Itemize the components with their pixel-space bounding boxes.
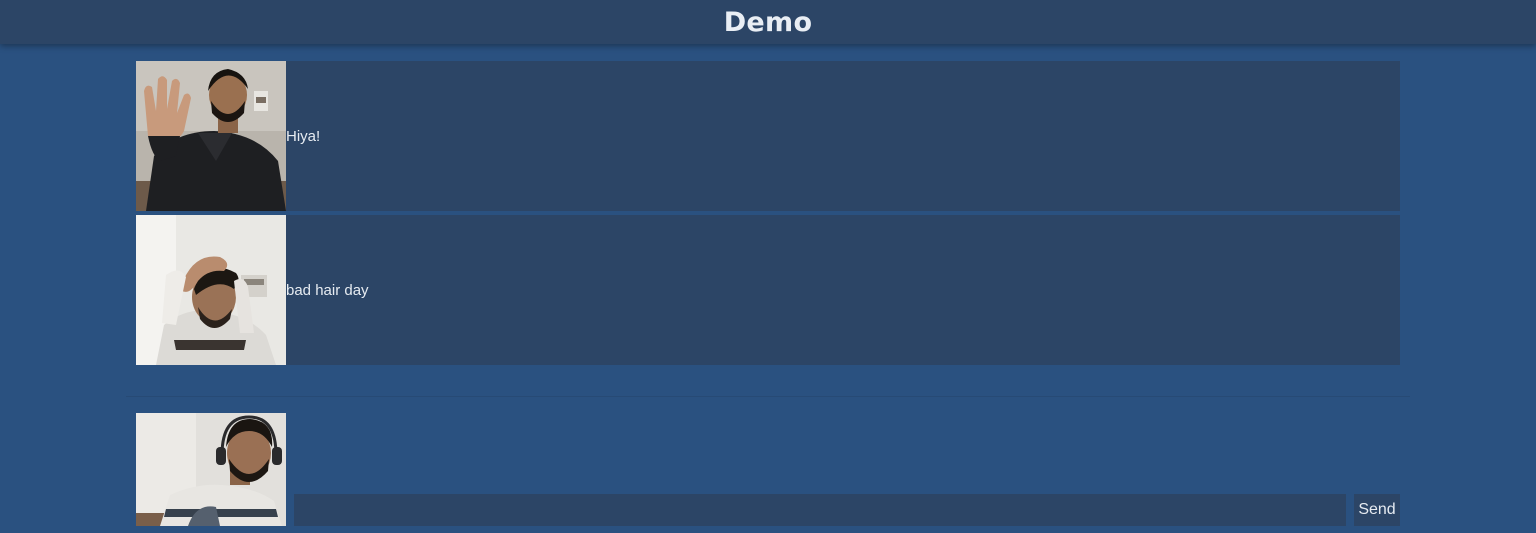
message-item: bad hair day [136,215,1400,365]
app-header: Demo [0,0,1536,44]
message-input[interactable] [294,494,1346,526]
send-button[interactable]: Send [1354,494,1400,526]
message-text: Hiya! [286,127,321,145]
message-item: Hiya! [136,61,1400,211]
app-title: Demo [723,6,813,38]
video-thumbnail[interactable] [136,215,286,365]
video-thumbnail[interactable] [136,61,286,211]
message-text: bad hair day [286,281,369,299]
divider [126,396,1410,397]
camera-preview [136,413,286,526]
